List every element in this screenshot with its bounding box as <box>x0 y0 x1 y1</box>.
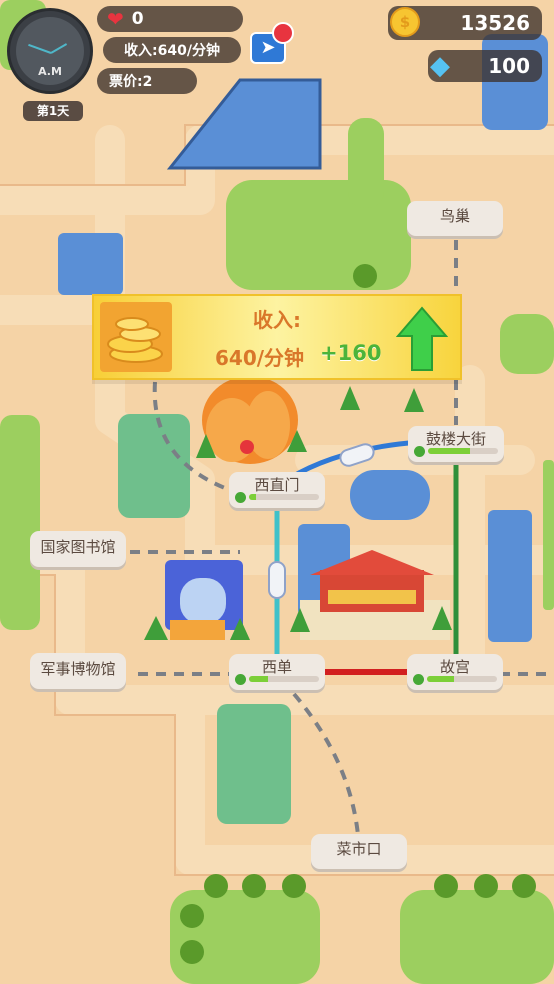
passenger-progress <box>249 676 319 682</box>
station-national-library[interactable]: 国家图书馆 <box>30 531 126 567</box>
passenger-icon <box>414 446 425 457</box>
banner-income-rate: 640/分钟 <box>215 346 305 370</box>
banner-bonus: +160 <box>320 341 382 365</box>
gems-counter: ◆ 100 <box>428 50 542 82</box>
station-label: 军事博物馆 <box>40 660 116 678</box>
station-label: 鸟巢 <box>439 207 470 225</box>
hearts-value: 0 <box>131 9 144 29</box>
income-rate: 收入:640/分钟 <box>103 37 241 63</box>
station-xidan[interactable]: 西单 <box>229 654 325 690</box>
quest-button[interactable]: ➤ <box>250 22 294 64</box>
station-label: 国家图书馆 <box>40 538 116 556</box>
coin-icon: $ <box>390 7 420 37</box>
station-niaochao[interactable]: 鸟巢 <box>407 201 503 236</box>
rocket-icon: ➤ <box>260 37 276 58</box>
income-rate-label: 收入:640/分钟 <box>124 43 220 59</box>
gems-value: 100 <box>488 54 530 78</box>
station-gugong[interactable]: 故宫 <box>407 654 503 690</box>
diamond-icon: ◆ <box>430 51 450 81</box>
passenger-icon <box>413 674 424 685</box>
passenger-progress <box>249 494 319 500</box>
notification-dot <box>272 22 294 44</box>
up-arrow-icon <box>395 306 449 376</box>
coins-counter: $ 13526 <box>388 6 542 40</box>
station-xizhimen[interactable]: 西直门 <box>229 472 325 508</box>
station-caishikou[interactable]: 菜市口 <box>311 834 407 869</box>
passenger-progress <box>428 448 498 454</box>
coins-value: 13526 <box>460 11 530 35</box>
income-upgrade-banner: 收入: 640/分钟 +160 <box>92 294 462 380</box>
station-gulou-dajie[interactable]: 鼓楼大街 <box>408 426 504 462</box>
passenger-progress <box>427 676 497 682</box>
ticket-price-label: 票价:2 <box>109 74 153 90</box>
ticket-price[interactable]: 票价:2 <box>97 68 197 94</box>
day-clock: A.M <box>7 8 93 94</box>
clock-ampm-label: A.M <box>38 65 62 78</box>
station-label: 菜市口 <box>336 840 382 858</box>
heart-icon: ❤ <box>107 7 124 31</box>
passenger-icon <box>235 492 246 503</box>
day-counter: 第1天 <box>23 101 83 121</box>
hearts-counter: ❤ 0 <box>97 6 243 32</box>
passenger-icon <box>235 674 246 685</box>
station-military-museum[interactable]: 军事博物馆 <box>30 653 126 689</box>
